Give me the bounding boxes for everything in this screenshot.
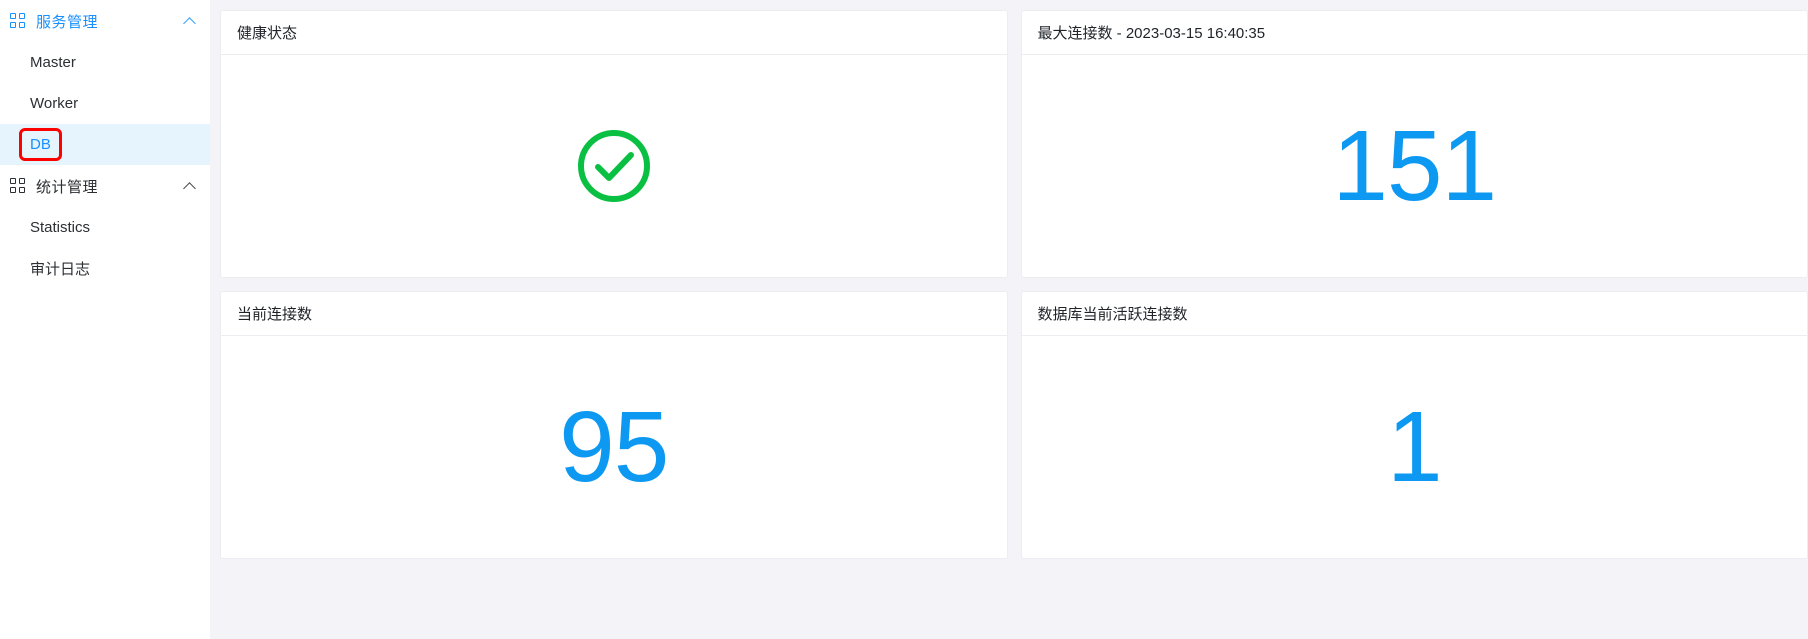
sidebar-item-label: Worker (30, 95, 79, 112)
stat-value: 95 (559, 391, 669, 503)
dashboard-card-grid: 健康状态 最大连接数 - 2023-03-15 16:40:35 151 当前连… (220, 10, 1808, 559)
grid-icon (10, 13, 26, 29)
card-max-connections: 最大连接数 - 2023-03-15 16:40:35 151 (1020, 10, 1808, 278)
sidebar: 服务管理 Master Worker DB 统计管理 Statistics 审计… (0, 0, 210, 639)
sidebar-item-master[interactable]: Master (0, 42, 210, 83)
chevron-up-icon[interactable] (184, 15, 196, 27)
grid-icon (10, 178, 26, 194)
sidebar-group-label: 服务管理 (36, 13, 99, 31)
sidebar-item-label: Statistics (30, 219, 91, 236)
stat-value: 151 (1332, 110, 1497, 222)
main-content: 健康状态 最大连接数 - 2023-03-15 16:40:35 151 当前连… (210, 0, 1808, 639)
check-circle-icon (577, 130, 650, 202)
app-root: 服务管理 Master Worker DB 统计管理 Statistics 审计… (0, 0, 1808, 639)
sidebar-item-db[interactable]: DB (0, 124, 210, 165)
sidebar-group-statistics-management[interactable]: 统计管理 (0, 165, 210, 207)
sidebar-item-statistics[interactable]: Statistics (0, 207, 210, 248)
card-title: 当前连接数 (221, 292, 1007, 336)
card-health-status: 健康状态 (220, 10, 1008, 278)
chevron-up-icon[interactable] (184, 180, 196, 192)
stat-value: 1 (1386, 391, 1443, 503)
sidebar-group-label: 统计管理 (36, 178, 99, 196)
sidebar-item-worker[interactable]: Worker (0, 83, 210, 124)
card-current-connections: 当前连接数 95 (220, 291, 1008, 559)
card-body: 1 (1022, 336, 1808, 558)
sidebar-item-label: Master (30, 54, 76, 71)
sidebar-item-audit-log[interactable]: 审计日志 (0, 248, 210, 289)
card-body (221, 55, 1007, 277)
card-body: 151 (1022, 55, 1808, 277)
card-db-active-connections: 数据库当前活跃连接数 1 (1020, 291, 1808, 559)
card-title: 健康状态 (221, 11, 1007, 55)
sidebar-item-label: DB (19, 128, 62, 161)
sidebar-item-label: 审计日志 (30, 261, 91, 278)
card-title: 数据库当前活跃连接数 (1021, 292, 1807, 336)
sidebar-group-service-management[interactable]: 服务管理 (0, 0, 210, 42)
card-body: 95 (221, 336, 1007, 558)
card-title: 最大连接数 - 2023-03-15 16:40:35 (1021, 11, 1807, 55)
